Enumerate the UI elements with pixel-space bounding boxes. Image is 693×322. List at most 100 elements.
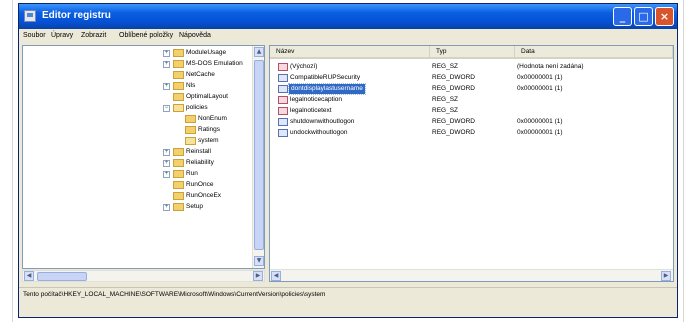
tree-item[interactable]: + Reliability	[23, 158, 251, 169]
value-row[interactable]: legalnoticecaption REG_SZ	[270, 95, 673, 106]
value-type: REG_SZ	[432, 107, 459, 114]
tree-item-label: Run	[186, 170, 198, 177]
tree-item-label: Ratings	[198, 126, 221, 133]
tree-item[interactable]: + MS-DOS Emulation	[23, 59, 251, 70]
scroll-down-arrow-icon[interactable]: ▼	[254, 256, 264, 266]
folder-icon	[173, 60, 184, 68]
value-row[interactable]: legalnoticetext REG_SZ	[270, 106, 673, 117]
maximize-button[interactable]: □	[634, 7, 653, 26]
tree-item[interactable]: OptimalLayout	[23, 92, 251, 103]
menu-help[interactable]: Nápověda	[179, 32, 211, 39]
scroll-left-arrow-icon[interactable]: ◀	[24, 271, 34, 281]
tree-item-label: MS-DOS Emulation	[186, 60, 243, 67]
tree-item[interactable]: + Run	[23, 169, 251, 180]
tree-item-label: system	[198, 137, 219, 144]
scroll-right-arrow-icon[interactable]: ▶	[661, 271, 671, 281]
value-row[interactable]: (Výchozí) REG_SZ (Hodnota není zadána)	[270, 62, 673, 73]
scroll-up-arrow-icon[interactable]: ▲	[254, 47, 264, 57]
collapse-icon[interactable]: −	[163, 105, 170, 112]
column-header-name[interactable]: Název	[270, 46, 430, 59]
binary-value-icon	[278, 129, 288, 137]
minimize-button[interactable]: _	[613, 7, 632, 26]
value-data: 0x00000001 (1)	[517, 74, 563, 81]
folder-icon	[173, 170, 184, 178]
value-row-selected[interactable]: dontdisplaylastusername REG_DWORD 0x0000…	[270, 83, 673, 95]
tree-item-label: OptimalLayout	[186, 93, 228, 100]
value-type: REG_DWORD	[432, 85, 475, 92]
folder-icon	[173, 93, 184, 101]
value-name: legalnoticecaption	[290, 96, 343, 103]
expand-icon[interactable]: +	[163, 149, 170, 156]
scroll-left-arrow-icon[interactable]: ◀	[271, 271, 281, 281]
folder-icon	[185, 115, 196, 123]
registry-editor-window: Editor registru _ □ × Soubor Úpravy Zobr…	[18, 3, 678, 318]
tree-item-selected[interactable]: system	[23, 136, 251, 147]
open-folder-icon	[185, 137, 196, 145]
expand-icon[interactable]: +	[163, 83, 170, 90]
expand-icon[interactable]: +	[163, 204, 170, 211]
tree-item[interactable]: + Reinstall	[23, 147, 251, 158]
value-type: REG_SZ	[432, 63, 459, 70]
tree-item-label: NetCache	[186, 71, 215, 78]
expand-icon[interactable]: +	[163, 160, 170, 167]
tree-item[interactable]: RunOnceEx	[23, 191, 251, 202]
tree-item[interactable]: − policies	[23, 103, 251, 114]
menu-file[interactable]: Soubor	[23, 32, 46, 39]
expand-icon[interactable]: +	[163, 61, 170, 68]
value-name: undockwithoutlogon	[290, 129, 348, 136]
tree-item-label: RunOnceEx	[186, 192, 222, 199]
registry-key-tree[interactable]: + ModuleUsage + MS-DOS Emulation NetCach…	[22, 45, 265, 269]
expand-icon[interactable]: +	[163, 50, 170, 57]
regedit-app-icon	[24, 10, 36, 22]
tree-item[interactable]: NetCache	[23, 70, 251, 81]
tree-item[interactable]: + ModuleUsage	[23, 48, 251, 59]
tree-item[interactable]: + Nls	[23, 81, 251, 92]
tree-hscroll-thumb[interactable]	[37, 272, 87, 281]
tree-item[interactable]: NonEnum	[23, 114, 251, 125]
tree-item[interactable]: Ratings	[23, 125, 251, 136]
tree-item[interactable]: + Setup	[23, 202, 251, 213]
column-header-data[interactable]: Data	[515, 46, 673, 59]
close-button[interactable]: ×	[655, 7, 674, 26]
tree-vertical-scrollbar[interactable]: ▲ ▼	[252, 46, 264, 268]
folder-icon	[173, 159, 184, 167]
value-row[interactable]: shutdownwithoutlogon REG_DWORD 0x0000000…	[270, 117, 673, 128]
value-data: (Hodnota není zadána)	[517, 63, 584, 70]
value-name: CompatibleRUPSecurity	[290, 74, 361, 81]
folder-icon	[173, 82, 184, 90]
tree-item-label: Reliability	[186, 159, 214, 166]
value-type: REG_SZ	[432, 96, 459, 103]
folder-icon	[173, 203, 184, 211]
string-value-icon	[278, 107, 288, 115]
string-value-icon	[278, 96, 288, 104]
expand-icon[interactable]: +	[163, 171, 170, 178]
folder-icon	[173, 148, 184, 156]
values-horizontal-scrollbar[interactable]: ◀ ▶	[270, 269, 673, 281]
tree-item-label: Reinstall	[186, 148, 211, 155]
tree-horizontal-scrollbar[interactable]: ◀ ▶	[22, 270, 265, 282]
menu-favorites[interactable]: Oblíbené položky	[119, 32, 173, 39]
registry-values-list[interactable]: Název Typ Data (Výchozí) REG_SZ (Hodnota…	[269, 45, 674, 282]
tree-item[interactable]: RunOnce	[23, 180, 251, 191]
value-row[interactable]: undockwithoutlogon REG_DWORD 0x00000001 …	[270, 128, 673, 139]
folder-icon	[173, 192, 184, 200]
column-header-type[interactable]: Typ	[430, 46, 515, 59]
tree-scroll-thumb[interactable]	[254, 60, 264, 250]
title-bar[interactable]: Editor registru _ □ ×	[19, 4, 677, 29]
page-border-right	[683, 0, 684, 322]
folder-icon	[173, 181, 184, 189]
value-name: legalnoticetext	[290, 107, 332, 114]
folder-icon	[173, 49, 184, 57]
value-type: REG_DWORD	[432, 118, 475, 125]
status-bar: Tento počítač\HKEY_LOCAL_MACHINE\SOFTWAR…	[19, 287, 677, 303]
value-type: REG_DWORD	[432, 74, 475, 81]
menu-view[interactable]: Zobrazit	[81, 32, 106, 39]
tree-item-label: ModuleUsage	[186, 49, 227, 56]
binary-value-icon	[278, 118, 288, 126]
window-title: Editor registru	[42, 10, 111, 21]
scroll-right-arrow-icon[interactable]: ▶	[253, 271, 263, 281]
value-row[interactable]: CompatibleRUPSecurity REG_DWORD 0x000000…	[270, 73, 673, 84]
menu-edit[interactable]: Úpravy	[51, 32, 73, 39]
binary-value-icon	[278, 74, 288, 82]
tree-item-label: Setup	[186, 203, 203, 210]
